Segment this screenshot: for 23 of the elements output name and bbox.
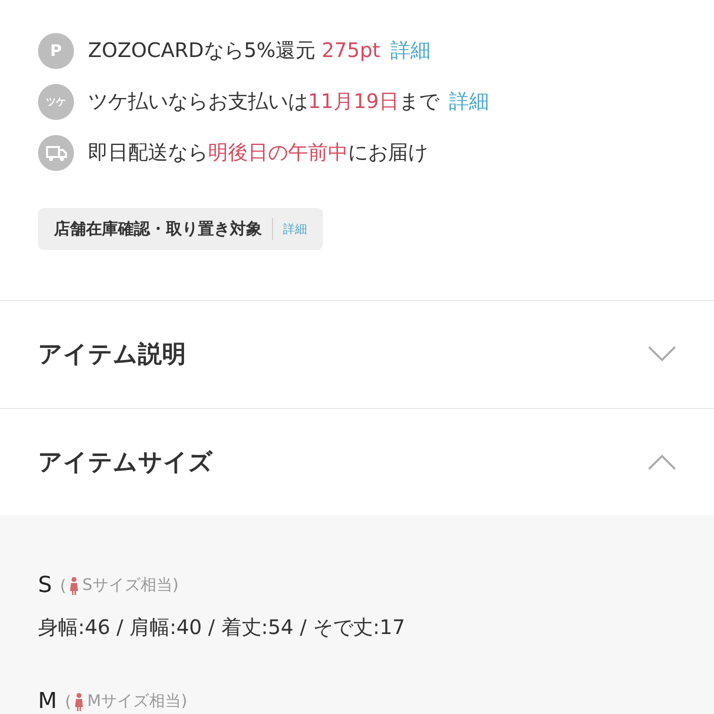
size-note-paren: ( xyxy=(64,692,72,711)
chevron-up-icon[interactable] xyxy=(648,454,676,470)
chevron-down-icon[interactable] xyxy=(648,346,676,362)
size-note-paren: ( xyxy=(60,576,66,595)
section-title[interactable]: アイテム説明 xyxy=(38,338,186,370)
size-measurements: 身幅:46 / 肩幅:40 / 着丈:54 / そで丈:17 xyxy=(38,614,406,641)
details-link[interactable]: 詳細 xyxy=(390,37,430,64)
benefit-text: ツケ払いならお支払いは11月19日 まで xyxy=(88,88,439,115)
store-tag-label: 店舗在庫確認・取り置き対象 xyxy=(54,218,262,240)
points-icon: P xyxy=(38,32,74,68)
truck-icon xyxy=(38,134,74,170)
size-name: S xyxy=(38,573,52,598)
details-link[interactable]: 詳細 xyxy=(448,88,489,115)
benefit-text: ZOZOCARDなら5%還元 275pt xyxy=(88,37,380,64)
pay-later-icon: ツケ xyxy=(38,84,74,120)
size-name: M xyxy=(38,689,57,714)
size-note: Mサイズ相当) xyxy=(87,691,188,712)
details-link[interactable]: 詳細 xyxy=(283,220,307,238)
person-icon xyxy=(75,692,84,710)
benefit-text: 即日配送なら明後日の午前中 にお届け xyxy=(88,139,428,166)
person-icon xyxy=(70,576,78,594)
size-note: Sサイズ相当) xyxy=(82,575,179,596)
section-title[interactable]: アイテムサイズ xyxy=(38,446,213,478)
